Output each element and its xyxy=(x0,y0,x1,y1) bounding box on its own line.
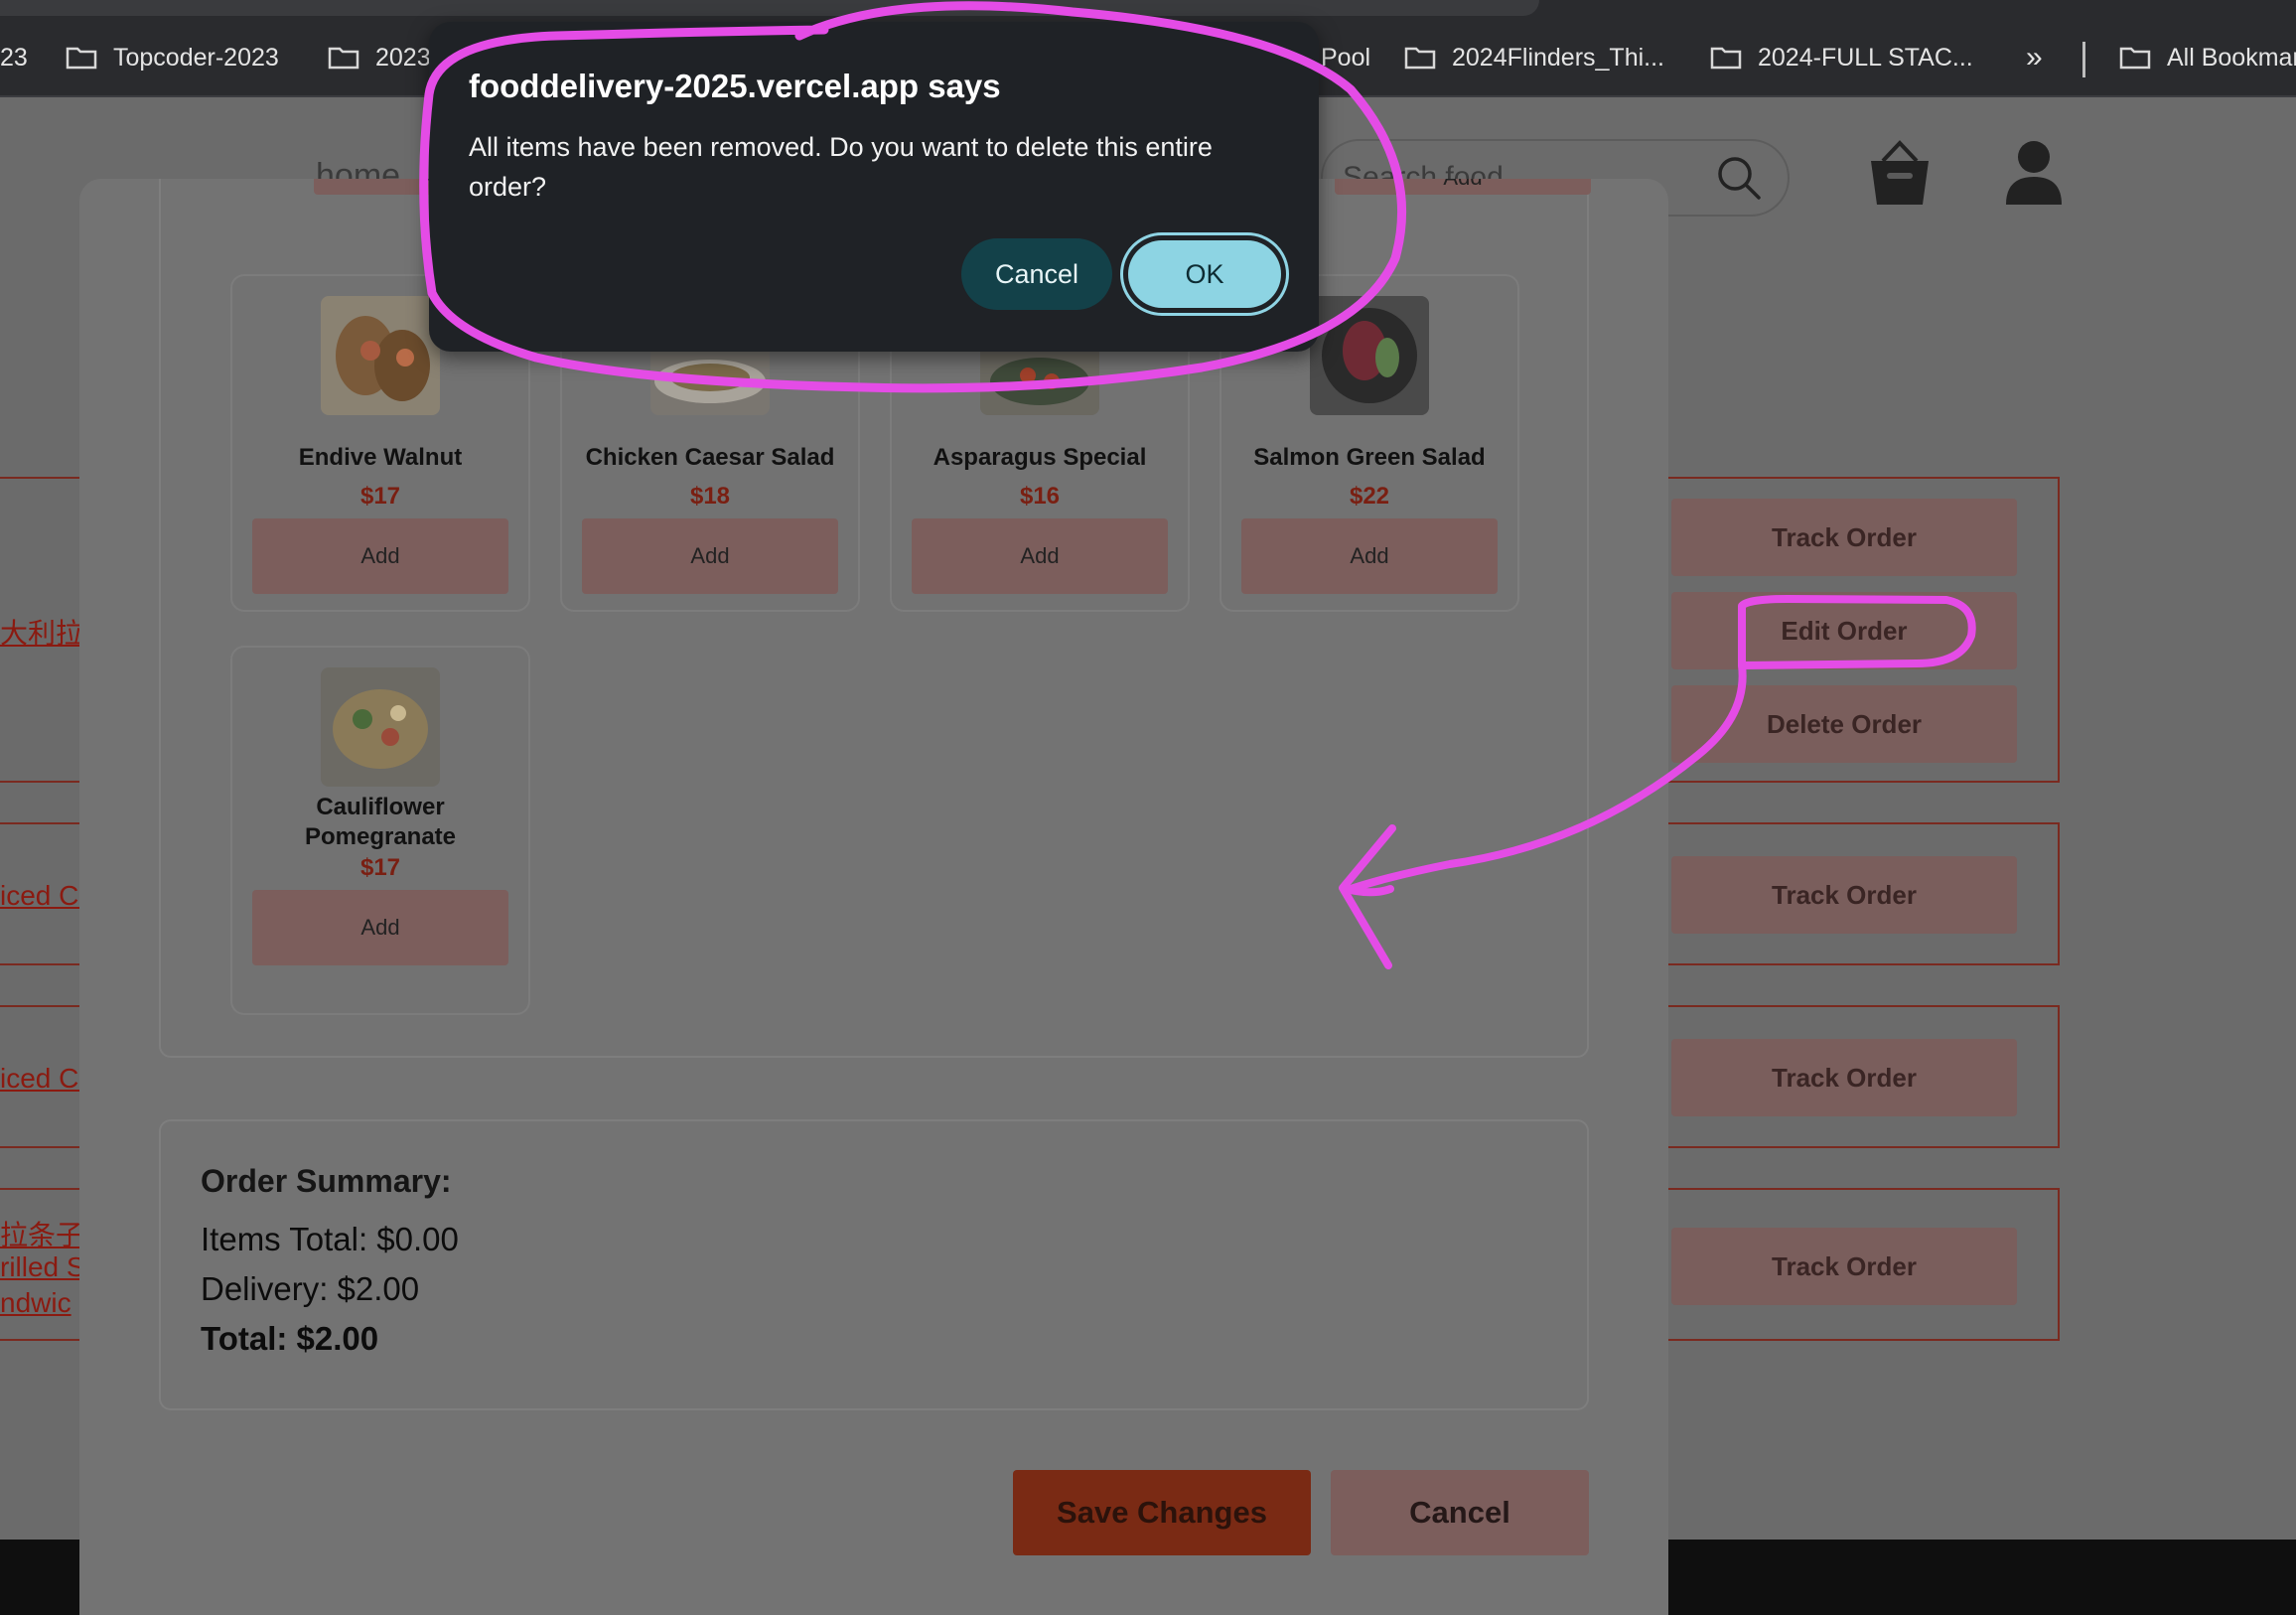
folder-icon xyxy=(66,46,97,70)
add-button[interactable]: Add xyxy=(252,890,508,965)
dialog-cancel-button[interactable]: Cancel xyxy=(961,238,1112,310)
folder-icon xyxy=(328,46,359,70)
edit-order-modal: Add Add Endive Walnut $17 Add Chicken Ca… xyxy=(79,179,1668,1615)
food-price: $16 xyxy=(1019,483,1061,510)
add-button[interactable]: Add xyxy=(1335,179,1591,195)
items-total: Items Total: $0.00 xyxy=(201,1221,459,1257)
order-summary: Order Summary: Items Total: $0.00 Delive… xyxy=(159,1119,1589,1410)
food-card: Cauliflower Pomegranate $17 Add xyxy=(230,646,530,1015)
order-item-link[interactable]: 拉条子 xyxy=(0,1214,79,1253)
food-name: Cauliflower Pomegranate xyxy=(304,794,457,850)
order-item-link[interactable]: ndwic xyxy=(0,1287,79,1319)
order-total: Total: $2.00 xyxy=(201,1320,379,1357)
summary-title: Order Summary: xyxy=(201,1163,452,1199)
bookmark-folder-topcoder[interactable]: Topcoder-2023 xyxy=(66,40,279,75)
bookmark-folder-2023[interactable]: 2023 xyxy=(328,40,431,75)
food-name: Asparagus Special xyxy=(933,444,1147,471)
order-item-link[interactable]: iced Co xyxy=(0,1063,79,1095)
folder-icon xyxy=(1404,46,1436,70)
add-button[interactable]: Add xyxy=(912,518,1168,594)
food-image xyxy=(321,296,440,415)
tab-strip xyxy=(0,0,1539,16)
folder-icon xyxy=(1710,46,1742,70)
bookmark-folder-all[interactable]: All Bookmarks xyxy=(2119,40,2296,75)
bookmark-folder-flinders[interactable]: 2024Flinders_Thi... xyxy=(1404,40,1664,75)
edit-order-button[interactable]: Edit Order xyxy=(1671,592,2017,669)
bookmark-folder-fullstack[interactable]: 2024-FULL STAC... xyxy=(1710,40,1973,75)
food-price: $17 xyxy=(359,854,401,881)
dialog-message: All items have been removed. Do you want… xyxy=(469,132,1213,202)
track-order-button[interactable]: Track Order xyxy=(1671,499,2017,576)
bookmark-item[interactable]: 23 xyxy=(0,40,28,75)
food-price: $17 xyxy=(359,483,401,510)
bookmarks-divider xyxy=(2082,42,2085,77)
food-name: Endive Walnut xyxy=(298,444,463,471)
food-image xyxy=(1310,296,1429,415)
add-button[interactable]: Add xyxy=(252,518,508,594)
profile-icon[interactable] xyxy=(2004,139,2064,209)
bookmarks-overflow-button[interactable]: » xyxy=(2026,40,2043,75)
confirm-dialog: fooddelivery-2025.vercel.app says All it… xyxy=(429,22,1319,352)
dialog-ok-button[interactable]: OK xyxy=(1128,240,1281,308)
order-item-link[interactable]: iced Co xyxy=(0,880,79,912)
food-price: $18 xyxy=(689,483,731,510)
order-item-link[interactable]: rilled S xyxy=(0,1251,79,1283)
save-changes-button[interactable]: Save Changes xyxy=(1013,1470,1311,1555)
track-order-button[interactable]: Track Order xyxy=(1671,1228,2017,1305)
food-image xyxy=(321,667,440,787)
food-price: $22 xyxy=(1349,483,1390,510)
search-icon[interactable] xyxy=(1716,155,1762,201)
track-order-button[interactable]: Track Order xyxy=(1671,1039,2017,1116)
delete-order-button[interactable]: Delete Order xyxy=(1671,685,2017,763)
add-button[interactable]: Add xyxy=(1241,518,1498,594)
folder-icon xyxy=(2119,46,2151,70)
order-item-link[interactable]: 大利拉 xyxy=(0,612,79,652)
bookmark-item-pool[interactable]: Pool xyxy=(1321,40,1370,75)
basket-icon[interactable] xyxy=(1867,139,1933,209)
track-order-button[interactable]: Track Order xyxy=(1671,856,2017,934)
add-button[interactable]: Add xyxy=(582,518,838,594)
modal-cancel-button[interactable]: Cancel xyxy=(1331,1470,1589,1555)
food-name: Chicken Caesar Salad xyxy=(585,444,835,471)
food-name: Salmon Green Salad xyxy=(1253,444,1486,471)
delivery-fee: Delivery: $2.00 xyxy=(201,1270,420,1307)
dialog-title: fooddelivery-2025.vercel.app says xyxy=(469,68,1001,104)
